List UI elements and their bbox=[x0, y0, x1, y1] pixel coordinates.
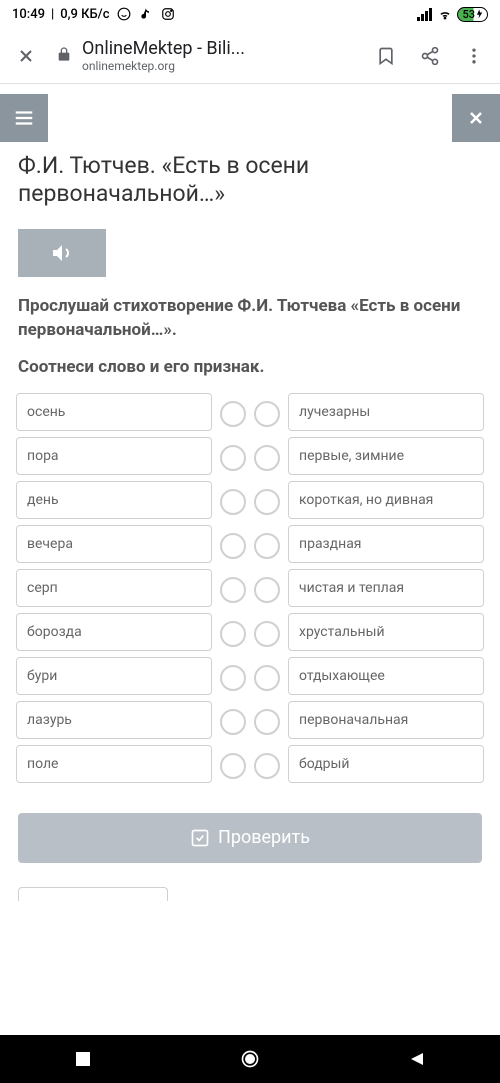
wifi-icon bbox=[437, 6, 453, 22]
attribute-item[interactable]: короткая, но дивная bbox=[288, 481, 484, 519]
close-panel-button[interactable] bbox=[452, 94, 500, 142]
connector-right[interactable] bbox=[254, 445, 280, 471]
lesson-title: Ф.И. Тютчев. «Есть в осени первоначально… bbox=[0, 94, 500, 207]
word-item[interactable]: поле bbox=[16, 745, 212, 783]
check-button-label: Проверить bbox=[218, 827, 310, 848]
home-button[interactable] bbox=[220, 1035, 280, 1083]
instagram-icon bbox=[160, 6, 176, 22]
signal-icon bbox=[417, 6, 433, 22]
attribute-item[interactable]: первые, зимние bbox=[288, 437, 484, 475]
word-item[interactable]: борозда bbox=[16, 613, 212, 651]
status-time: 10:49 bbox=[12, 7, 45, 22]
connector-left[interactable] bbox=[220, 753, 246, 779]
play-audio-button[interactable] bbox=[18, 229, 106, 277]
connector-left[interactable] bbox=[220, 621, 246, 647]
attribute-item[interactable]: чистая и теплая bbox=[288, 569, 484, 607]
instruction-text: Прослушай стихотворение Ф.И. Тютчева «Ес… bbox=[0, 277, 500, 343]
page-title: OnlineMektep - Bili... bbox=[82, 38, 245, 59]
battery-indicator: 53 bbox=[457, 7, 488, 22]
task-text: Соотнеси слово и его признак. bbox=[0, 343, 500, 377]
partial-element bbox=[18, 887, 168, 901]
attribute-item[interactable]: хрустальный bbox=[288, 613, 484, 651]
word-item[interactable]: лазурь bbox=[16, 701, 212, 739]
bookmark-button[interactable] bbox=[372, 42, 400, 70]
connector-right[interactable] bbox=[254, 709, 280, 735]
page-content: Ф.И. Тютчев. «Есть в осени первоначально… bbox=[0, 84, 500, 1035]
connector-left[interactable] bbox=[220, 709, 246, 735]
page-domain: onlinemektep.org bbox=[82, 59, 245, 73]
connector-right[interactable] bbox=[254, 665, 280, 691]
attribute-item[interactable]: отдыхающее bbox=[288, 657, 484, 695]
connector-left[interactable] bbox=[220, 533, 246, 559]
hamburger-menu-button[interactable] bbox=[0, 94, 48, 142]
tiktok-icon bbox=[138, 6, 154, 22]
whatsapp-icon bbox=[116, 6, 132, 22]
connector-right[interactable] bbox=[254, 489, 280, 515]
attribute-item[interactable]: бодрый bbox=[288, 745, 484, 783]
menu-dots-button[interactable] bbox=[460, 42, 488, 70]
word-item[interactable]: пора bbox=[16, 437, 212, 475]
connector-left[interactable] bbox=[220, 489, 246, 515]
connector-left[interactable] bbox=[220, 665, 246, 691]
word-item[interactable]: осень bbox=[16, 393, 212, 431]
attribute-item[interactable]: первоначальная bbox=[288, 701, 484, 739]
word-item[interactable]: бури bbox=[16, 657, 212, 695]
attribute-item[interactable]: праздная bbox=[288, 525, 484, 563]
connector-right[interactable] bbox=[254, 401, 280, 427]
connector-left[interactable] bbox=[220, 445, 246, 471]
attribute-item[interactable]: лучезарны bbox=[288, 393, 484, 431]
recent-apps-button[interactable] bbox=[53, 1035, 113, 1083]
share-button[interactable] bbox=[416, 42, 444, 70]
back-button[interactable] bbox=[387, 1035, 447, 1083]
connector-right[interactable] bbox=[254, 621, 280, 647]
connector-left[interactable] bbox=[220, 577, 246, 603]
connector-left[interactable] bbox=[220, 401, 246, 427]
connector-right[interactable] bbox=[254, 577, 280, 603]
status-bar: 10:49 | 0,9 КБ/с 53 bbox=[0, 0, 500, 28]
close-tab-button[interactable] bbox=[12, 42, 40, 70]
word-item[interactable]: вечера bbox=[16, 525, 212, 563]
status-data-rate: 0,9 КБ/с bbox=[60, 7, 109, 22]
connector-right[interactable] bbox=[254, 753, 280, 779]
matching-grid: осень пора день вечера серп борозда бури… bbox=[0, 377, 500, 785]
android-nav-bar bbox=[0, 1035, 500, 1083]
word-item[interactable]: день bbox=[16, 481, 212, 519]
connector-right[interactable] bbox=[254, 533, 280, 559]
browser-bar: OnlineMektep - Bili... onlinemektep.org bbox=[0, 28, 500, 84]
lock-icon bbox=[56, 46, 72, 66]
word-item[interactable]: серп bbox=[16, 569, 212, 607]
check-button[interactable]: Проверить bbox=[18, 813, 482, 863]
